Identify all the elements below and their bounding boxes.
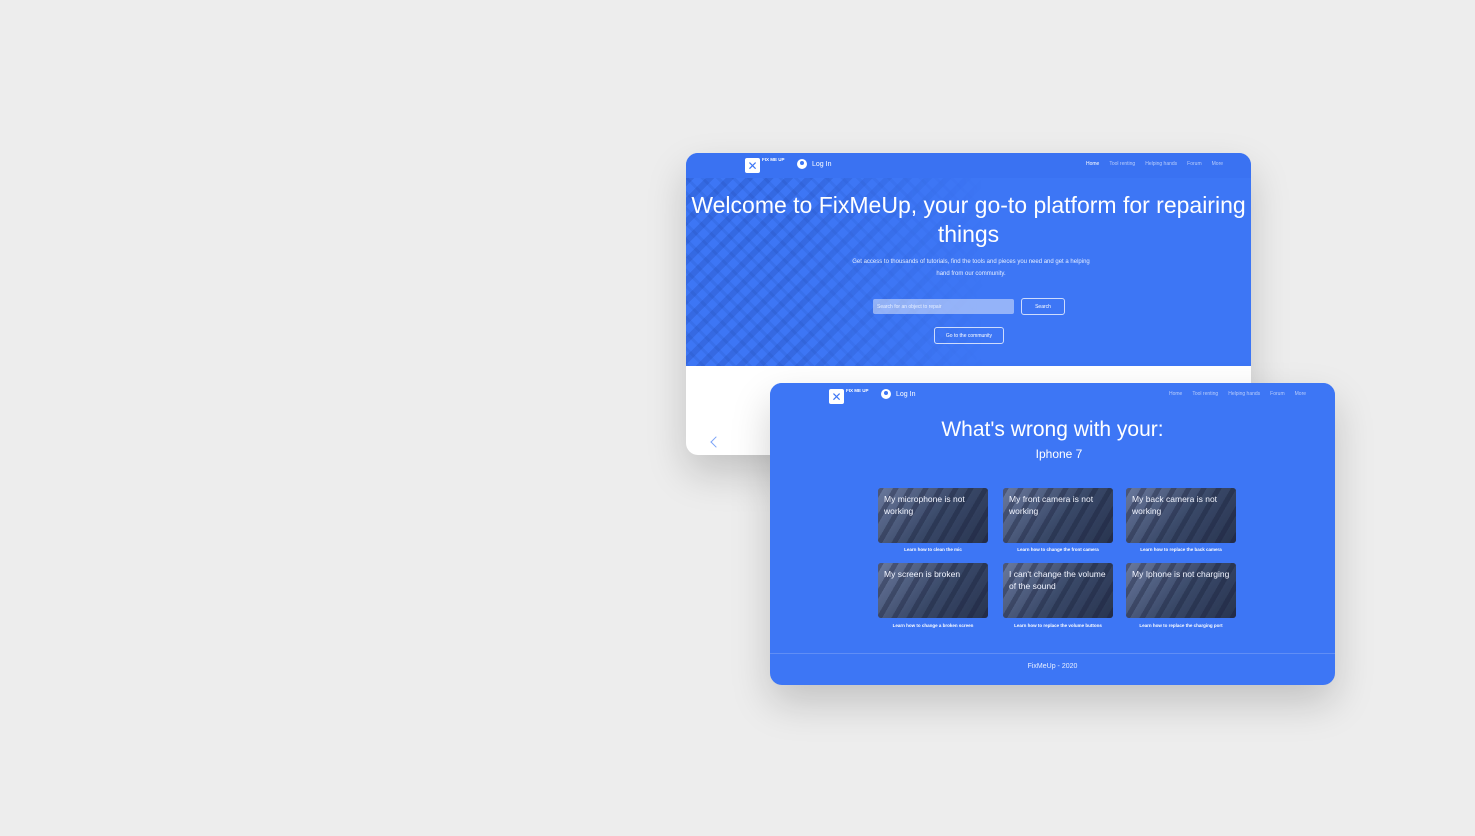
issues-navbar: ✕ FIX ME UP Log In Home Tool renting Hel… <box>770 383 1335 408</box>
nav-more[interactable]: More <box>1212 161 1223 167</box>
issue-caption-link[interactable]: Learn how to change the front camera <box>993 547 1123 552</box>
issue-caption-link[interactable]: Learn how to change a broken screen <box>868 623 998 628</box>
nav-helping-hands[interactable]: Helping hands <box>1228 391 1260 397</box>
user-icon <box>881 389 891 399</box>
issue-caption-link[interactable]: Learn how to replace the back camera <box>1116 547 1246 552</box>
nav-home[interactable]: Home <box>1169 391 1182 397</box>
login-link[interactable]: Log In <box>797 159 831 169</box>
chevron-left-icon[interactable] <box>710 436 722 448</box>
home-nav-links: Home Tool renting Helping hands Forum Mo… <box>1086 161 1223 167</box>
issue-title: My Iphone is not charging <box>1132 569 1230 579</box>
device-name: Iphone 7 <box>1035 447 1083 461</box>
issue-tile-volume[interactable]: I can't change the volume of the sound <box>1003 563 1113 618</box>
page-subtitle: Get access to thousands of tutorials, fi… <box>852 259 1090 277</box>
issue-caption-link[interactable]: Learn how to replace the volume buttons <box>993 623 1123 628</box>
community-button[interactable]: Go to the community <box>934 327 1004 344</box>
logo-text: FIX ME UP <box>846 388 869 393</box>
logo-text: FIX ME UP <box>762 157 785 162</box>
issue-title: My front camera is not working <box>1009 494 1094 516</box>
home-navbar: ✕ FIX ME UP Log In Home Tool renting Hel… <box>686 153 1251 178</box>
nav-tool-renting[interactable]: Tool renting <box>1192 391 1218 397</box>
nav-helping-hands[interactable]: Helping hands <box>1145 161 1177 167</box>
search-button[interactable]: Search <box>1021 298 1065 315</box>
issue-tile-back-camera[interactable]: My back camera is not working <box>1126 488 1236 543</box>
nav-home[interactable]: Home <box>1086 161 1099 167</box>
issue-caption-link[interactable]: Learn how to replace the charging port <box>1116 623 1246 628</box>
footer-text: FixMeUp - 2020 <box>1027 663 1078 670</box>
issue-tile-charging[interactable]: My Iphone is not charging <box>1126 563 1236 618</box>
login-label: Log In <box>812 160 832 168</box>
issues-nav-links: Home Tool renting Helping hands Forum Mo… <box>1169 391 1306 397</box>
logo-icon[interactable]: ✕ <box>745 158 760 173</box>
footer-divider <box>770 653 1335 654</box>
nav-forum[interactable]: Forum <box>1187 161 1201 167</box>
issues-page-card: ✕ FIX ME UP Log In Home Tool renting Hel… <box>770 383 1335 685</box>
issue-caption-link[interactable]: Learn how to clean the mic <box>868 547 998 552</box>
home-hero: ✕ FIX ME UP Log In Home Tool renting Hel… <box>686 153 1251 366</box>
login-label: Log In <box>896 390 916 398</box>
nav-forum[interactable]: Forum <box>1270 391 1284 397</box>
search-input[interactable] <box>873 299 1014 314</box>
issue-title: My back camera is not working <box>1132 494 1218 516</box>
issue-tile-front-camera[interactable]: My front camera is not working <box>1003 488 1113 543</box>
logo-icon[interactable]: ✕ <box>829 389 844 404</box>
issue-tile-microphone[interactable]: My microphone is not working <box>878 488 988 543</box>
nav-tool-renting[interactable]: Tool renting <box>1109 161 1135 167</box>
issue-title: I can't change the volume of the sound <box>1009 569 1106 591</box>
nav-more[interactable]: More <box>1295 391 1306 397</box>
issue-tile-screen[interactable]: My screen is broken <box>878 563 988 618</box>
issues-title: What's wrong with your: <box>941 418 1164 441</box>
user-icon <box>797 159 807 169</box>
login-link[interactable]: Log In <box>881 389 915 399</box>
issue-title: My screen is broken <box>884 569 961 579</box>
page-title: Welcome to FixMeUp, your go-to platform … <box>691 192 1246 247</box>
issue-title: My microphone is not working <box>884 494 965 516</box>
